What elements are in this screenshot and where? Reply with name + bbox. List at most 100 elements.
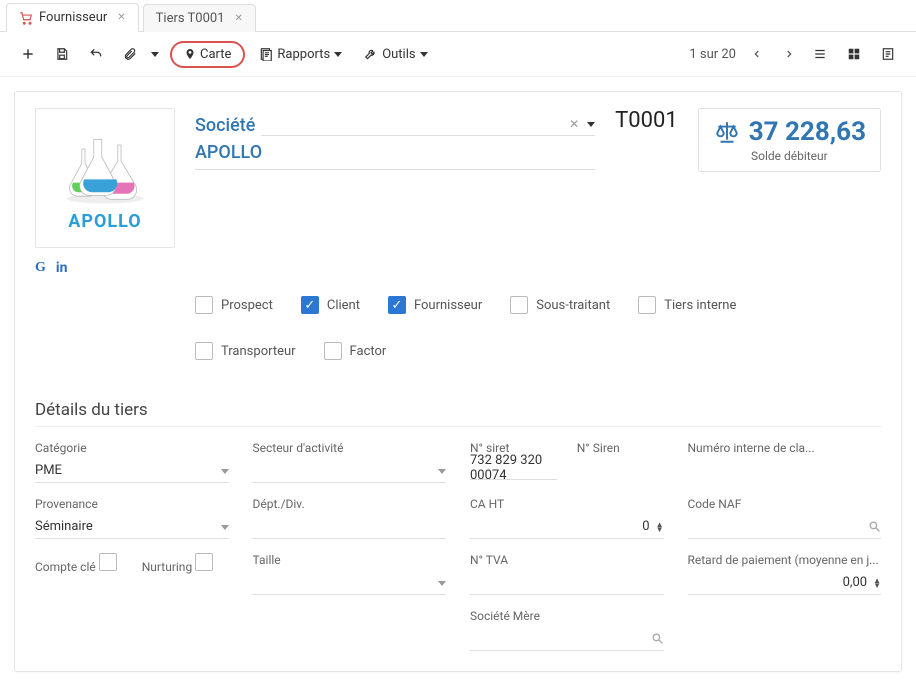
field-dept[interactable] [253,515,447,539]
label-dept: Dépt./Div. [253,497,447,511]
label-transporteur: Transporteur [221,344,296,359]
logo-box[interactable]: APOLLO [35,108,175,248]
search-icon[interactable] [868,520,881,533]
google-icon[interactable]: G [35,260,46,276]
value-categorie: PME [35,463,62,478]
stepper-icon[interactable]: ▲▼ [873,578,881,588]
view-grid-button[interactable] [840,40,868,68]
pin-icon [184,47,196,61]
rapports-label: Rapports [277,47,330,62]
company-label-link[interactable]: Société [195,115,255,136]
company-lookup[interactable]: ✕ [261,108,595,136]
checkbox-compte-cle[interactable] [99,553,117,571]
view-form-button[interactable] [874,40,902,68]
carte-button[interactable]: Carte [170,41,245,68]
checkbox-sous-traitant[interactable] [510,296,528,314]
linkedin-icon[interactable]: in [56,260,68,276]
search-icon[interactable] [651,632,664,645]
type-checks-row2: Transporteur Factor [35,342,881,360]
pager-prev[interactable] [746,45,768,63]
label-factor: Factor [350,344,387,359]
toolbar: Carte Rapports Outils 1 sur 20 [0,32,916,77]
field-ca-ht[interactable]: 0 ▲▼ [470,515,664,539]
balance-box: 37 228,63 Solde débiteur [698,108,881,172]
company-name[interactable]: APOLLO [195,142,595,170]
chevron-down-icon [151,52,159,57]
pager-next[interactable] [778,45,800,63]
label-prospect: Prospect [221,298,273,313]
balance-value: 37 228,63 [749,117,866,147]
field-categorie[interactable]: PME [35,459,229,483]
value-provenance: Séminaire [35,519,93,534]
clear-icon[interactable]: ✕ [569,117,579,131]
value-ca-ht: 0 [642,519,649,534]
details-title: Détails du tiers [35,400,881,427]
cart-icon [19,11,33,25]
pager: 1 sur 20 [689,45,800,63]
scale-icon [713,119,741,145]
label-societe-mere: Société Mère [470,609,664,623]
tab-tiers[interactable]: Tiers T0001 ✕ [143,4,256,32]
checkbox-fournisseur[interactable]: ✓ [388,296,406,314]
tab-bar: Fournisseur ✕ Tiers T0001 ✕ [0,0,916,32]
balance-label: Solde débiteur [713,149,866,163]
chevron-down-icon [420,52,428,57]
label-num-interne: Numéro interne de cla... [688,441,882,455]
details-grid: Catégorie PME Secteur d'activité N° sire… [35,441,881,651]
rapports-button[interactable]: Rapports [251,43,350,66]
checkbox-tiers-interne[interactable] [638,296,656,314]
chevron-down-icon[interactable] [438,463,446,478]
label-tva: N° TVA [470,553,664,567]
attach-button[interactable] [116,40,144,68]
field-siren[interactable] [577,456,664,480]
undo-button[interactable] [82,40,110,68]
label-categorie: Catégorie [35,441,229,455]
pager-text: 1 sur 20 [689,47,736,62]
field-taille[interactable] [253,571,447,595]
report-icon [259,47,273,61]
field-secteur[interactable] [253,459,447,483]
chevron-down-icon[interactable] [587,116,595,131]
attach-group [116,40,164,68]
tab-tiers-label: Tiers T0001 [156,11,225,26]
value-retard: 0,00 [843,575,867,590]
outils-label: Outils [382,47,415,62]
checkbox-client[interactable]: ✓ [301,296,319,314]
checkbox-transporteur[interactable] [195,342,213,360]
label-client: Client [327,298,360,313]
field-tva[interactable] [470,571,664,595]
label-secteur: Secteur d'activité [253,441,447,455]
field-siret[interactable]: 732 829 320 00074 [470,456,557,480]
value-siret: 732 829 320 00074 [470,453,557,483]
field-num-interne[interactable] [688,459,882,483]
wrench-icon [364,47,378,61]
field-retard[interactable]: 0,00 ▲▼ [688,571,882,595]
close-icon[interactable]: ✕ [117,12,125,23]
label-code-naf: Code NAF [688,497,882,511]
checkbox-factor[interactable] [324,342,342,360]
label-sous-traitant: Sous-traitant [536,298,610,313]
checkbox-nurturing[interactable] [195,553,213,571]
attach-dropdown[interactable] [146,40,164,68]
stepper-icon[interactable]: ▲▼ [656,522,664,532]
checkbox-prospect[interactable] [195,296,213,314]
outils-button[interactable]: Outils [356,43,435,66]
chevron-down-icon[interactable] [221,519,229,534]
record-card: APOLLO G in Société ✕ APOLLO T0001 [14,91,902,672]
field-provenance[interactable]: Séminaire [35,515,229,539]
field-code-naf[interactable] [688,515,882,539]
view-list-button[interactable] [806,40,834,68]
label-fournisseur: Fournisseur [414,298,482,313]
chevron-down-icon[interactable] [221,463,229,478]
close-icon[interactable]: ✕ [235,13,243,24]
save-button[interactable] [48,40,76,68]
tab-fournisseur[interactable]: Fournisseur ✕ [6,3,139,32]
label-provenance: Provenance [35,497,229,511]
field-societe-mere[interactable] [470,627,664,651]
label-tiers-interne: Tiers interne [664,298,736,313]
carte-label: Carte [200,47,231,62]
type-checks: Prospect ✓ Client ✓ Fournisseur Sous-trait… [35,296,881,314]
chevron-down-icon[interactable] [438,575,446,590]
label-siren: N° Siren [577,441,620,455]
add-button[interactable] [14,40,42,68]
